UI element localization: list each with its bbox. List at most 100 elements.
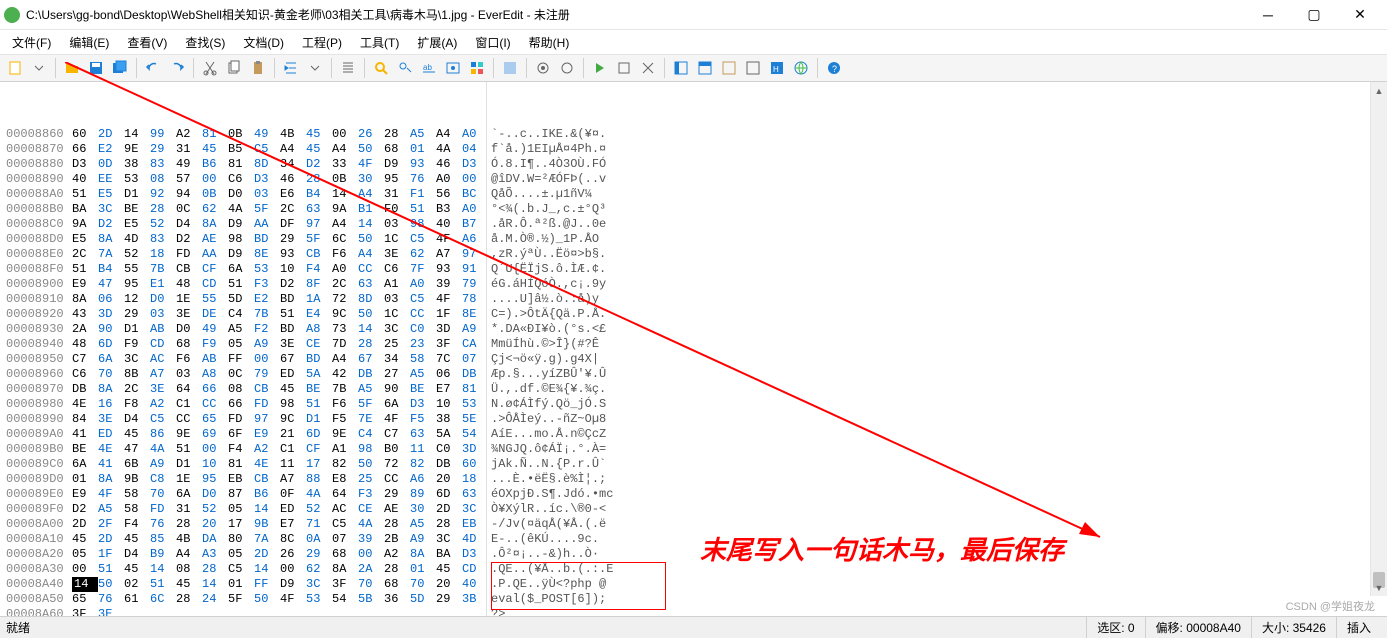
hex-row[interactable]: 000088B0BA3CBE280C624A5F2C639AB1F051B3A0… xyxy=(0,202,1387,217)
hex-bytes[interactable]: 14500251451401FFD93C3F7068702040 xyxy=(72,577,485,592)
hex-bytes[interactable]: C6708BA703A80C79ED5A42DB27A506DB xyxy=(72,367,485,382)
hex-row[interactable]: 00008990843ED4C5CC65FD979CD1F57E4FF5385E… xyxy=(0,412,1387,427)
hex-row[interactable]: 000089108A0612D01E555DE2BD1A728D03C54F78… xyxy=(0,292,1387,307)
hex-editor[interactable]: 00008860602D1499A2810B494B45002628A5A4A0… xyxy=(0,82,1387,616)
hex-bytes[interactable]: 66E29E293145B5C5A445A45068014A04 xyxy=(72,142,485,157)
hex-bytes[interactable]: 3F3E xyxy=(72,607,485,616)
list-button[interactable] xyxy=(337,57,359,79)
bookmark-button[interactable] xyxy=(466,57,488,79)
hex-bytes[interactable]: D2A558FD31520514ED52ACCEAE302D3C xyxy=(72,502,485,517)
hex-row[interactable]: 0000887066E29E293145B5C5A445A45068014A04… xyxy=(0,142,1387,157)
scroll-down-icon[interactable]: ▼ xyxy=(1371,579,1387,596)
menu-help[interactable]: 帮助(H) xyxy=(521,31,578,54)
close-button[interactable]: ✕ xyxy=(1337,0,1383,30)
open-button[interactable] xyxy=(61,57,83,79)
indent-button[interactable] xyxy=(280,57,302,79)
hex-bytes[interactable]: BE4E474A5100F4A2C1CFA198B011C03D xyxy=(72,442,485,457)
dropdown-icon[interactable] xyxy=(28,57,50,79)
paste-button[interactable] xyxy=(247,57,269,79)
hex-bytes[interactable]: E58A4D83D2AE98BD295F6C501CC54FA6 xyxy=(72,232,485,247)
hex-row[interactable]: 00008920433D29033EDEC47B51E49C501CCC1F8E… xyxy=(0,307,1387,322)
hex-row[interactable]: 00008880D30D388349B6818D34D2334FD99346D3… xyxy=(0,157,1387,172)
hex-bytes[interactable]: 8A0612D01E555DE2BD1A728D03C54F78 xyxy=(72,292,485,307)
hex-row[interactable]: 00008970DB8A2C3E646608CB45BE7BA590BEE781… xyxy=(0,382,1387,397)
copy-button[interactable] xyxy=(223,57,245,79)
hex-bytes[interactable]: 40EE53085700C6D346280B309576A000 xyxy=(72,172,485,187)
hex-bytes[interactable]: 4E16F8A2C1CC66FD9851F65F6AD31053 xyxy=(72,397,485,412)
undo-button[interactable] xyxy=(142,57,164,79)
hex-row[interactable]: 000089E0E94F58706AD087B60F4A64F329896D63… xyxy=(0,487,1387,502)
hex-bytes[interactable]: 2C7A5218FDAAD98E93CBF6A43E62A797 xyxy=(72,247,485,262)
menu-view[interactable]: 查看(V) xyxy=(119,31,175,54)
replace-button[interactable]: ab xyxy=(418,57,440,79)
save-button[interactable] xyxy=(85,57,107,79)
hex-bytes[interactable]: 005145140828C51400628A2A280145CD xyxy=(72,562,485,577)
goto-button[interactable] xyxy=(442,57,464,79)
hex-row[interactable]: 000089B0BE4E474A5100F4A2C1CFA198B011C03D… xyxy=(0,442,1387,457)
hex-bytes[interactable]: 6576616C28245F504F53545B365D293B xyxy=(72,592,485,607)
hex-row[interactable]: 00008950C76A3CACF6ABFF0067BDA46734587C07… xyxy=(0,352,1387,367)
maximize-button[interactable]: ▢ xyxy=(1291,0,1337,30)
tool2-button[interactable] xyxy=(613,57,635,79)
hex-bytes[interactable]: DB8A2C3E646608CB45BE7BA590BEE781 xyxy=(72,382,485,397)
hex-bytes[interactable]: C76A3CACF6ABFF0067BDA46734587C07 xyxy=(72,352,485,367)
tool3-button[interactable] xyxy=(637,57,659,79)
hex-row[interactable]: 000089A041ED45869E696FE9216D9EC4C7635A54… xyxy=(0,427,1387,442)
play-button[interactable] xyxy=(589,57,611,79)
menu-search[interactable]: 查找(S) xyxy=(177,31,233,54)
hex-bytes[interactable]: E94F58706AD087B60F4A64F329896D63 xyxy=(72,487,485,502)
hex-row[interactable]: 00008A002D2FF4762820179BE771C54A28A528EB… xyxy=(0,517,1387,532)
hex-bytes[interactable]: 433D29033EDEC47B51E49C501CCC1F8E xyxy=(72,307,485,322)
hex-row[interactable]: 000089C06A416BA9D110814E111782507282DB60… xyxy=(0,457,1387,472)
hex-row[interactable]: 00008A603F3E?> xyxy=(0,607,1387,616)
menu-window[interactable]: 窗口(I) xyxy=(467,31,518,54)
cut-button[interactable] xyxy=(199,57,221,79)
hex-row[interactable]: 000089804E16F8A2C1CC66FD9851F65F6AD31053… xyxy=(0,397,1387,412)
hex-row[interactable]: 00008A506576616C28245F504F53545B365D293B… xyxy=(0,592,1387,607)
dropdown2-icon[interactable] xyxy=(304,57,326,79)
menu-document[interactable]: 文档(D) xyxy=(235,31,292,54)
hex-row[interactable]: 000088A051E5D192940BD003E6B414A431F156BC… xyxy=(0,187,1387,202)
hex-button[interactable]: H xyxy=(766,57,788,79)
panel4-button[interactable] xyxy=(742,57,764,79)
tool1-button[interactable] xyxy=(499,57,521,79)
hex-bytes[interactable]: 51E5D192940BD003E6B414A431F156BC xyxy=(72,187,485,202)
hex-bytes[interactable]: 2A90D1ABD049A5F2BDA873143CC03DA9 xyxy=(72,322,485,337)
menu-project[interactable]: 工程(P) xyxy=(294,31,350,54)
hex-bytes[interactable]: 602D1499A2810B494B45002628A5A4A0 xyxy=(72,127,485,142)
hex-row[interactable]: 000088F051B4557BCBCF6A5310F4A0CCC67F9391… xyxy=(0,262,1387,277)
menu-extensions[interactable]: 扩展(A) xyxy=(409,31,465,54)
hex-bytes[interactable]: 452D45854BDA807A8C0A07392BA93C4D xyxy=(72,532,485,547)
hex-bytes[interactable]: 486DF9CD68F905A93ECE7D2825233FCA xyxy=(72,337,485,352)
hex-bytes[interactable]: 018A9BC81E95EBCBA788E825CCA62018 xyxy=(72,472,485,487)
help-button[interactable]: ? xyxy=(823,57,845,79)
hex-row[interactable]: 00008A20051FD4B9A4A3052D26296800A28ABAD3… xyxy=(0,547,1387,562)
minimize-button[interactable]: ─ xyxy=(1245,0,1291,30)
hex-row[interactable]: 000089D0018A9BC81E95EBCBA788E825CCA62018… xyxy=(0,472,1387,487)
hex-bytes[interactable]: 9AD2E552D48AD9AADF97A414039840B7 xyxy=(72,217,485,232)
hex-row[interactable]: 00008960C6708BA703A80C79ED5A42DB27A506DB… xyxy=(0,367,1387,382)
hex-bytes[interactable]: E94795E148CD51F3D28F2C63A1A03979 xyxy=(72,277,485,292)
panel3-button[interactable] xyxy=(718,57,740,79)
gear-button[interactable] xyxy=(532,57,554,79)
hex-bytes[interactable]: D30D388349B6818D34D2334FD99346D3 xyxy=(72,157,485,172)
hex-row[interactable]: 00008A4014500251451401FFD93C3F7068702040… xyxy=(0,577,1387,592)
hex-bytes[interactable]: 051FD4B9A4A3052D26296800A28ABAD3 xyxy=(72,547,485,562)
hex-row[interactable]: 00008A10452D45854BDA807A8C0A07392BA93C4D… xyxy=(0,532,1387,547)
hex-bytes[interactable]: 843ED4C5CC65FD979CD1F57E4FF5385E xyxy=(72,412,485,427)
menu-edit[interactable]: 编辑(E) xyxy=(61,31,117,54)
redo-button[interactable] xyxy=(166,57,188,79)
menu-tools[interactable]: 工具(T) xyxy=(352,31,407,54)
menu-file[interactable]: 文件(F) xyxy=(4,31,59,54)
hex-bytes[interactable]: 6A416BA9D110814E111782507282DB60 xyxy=(72,457,485,472)
vertical-scrollbar[interactable]: ▲ ▼ xyxy=(1370,82,1387,596)
hex-bytes[interactable]: 41ED45869E696FE9216D9EC4C7635A54 xyxy=(72,427,485,442)
browser-button[interactable] xyxy=(790,57,812,79)
hex-row[interactable]: 000088E02C7A5218FDAAD98E93CBF6A43E62A797… xyxy=(0,247,1387,262)
panel2-button[interactable] xyxy=(694,57,716,79)
new-file-button[interactable] xyxy=(4,57,26,79)
hex-row[interactable]: 000089F0D2A558FD31520514ED52ACCEAE302D3C… xyxy=(0,502,1387,517)
panel1-button[interactable] xyxy=(670,57,692,79)
hex-row[interactable]: 000089302A90D1ABD049A5F2BDA873143CC03DA9… xyxy=(0,322,1387,337)
hex-row[interactable]: 00008940486DF9CD68F905A93ECE7D2825233FCA… xyxy=(0,337,1387,352)
